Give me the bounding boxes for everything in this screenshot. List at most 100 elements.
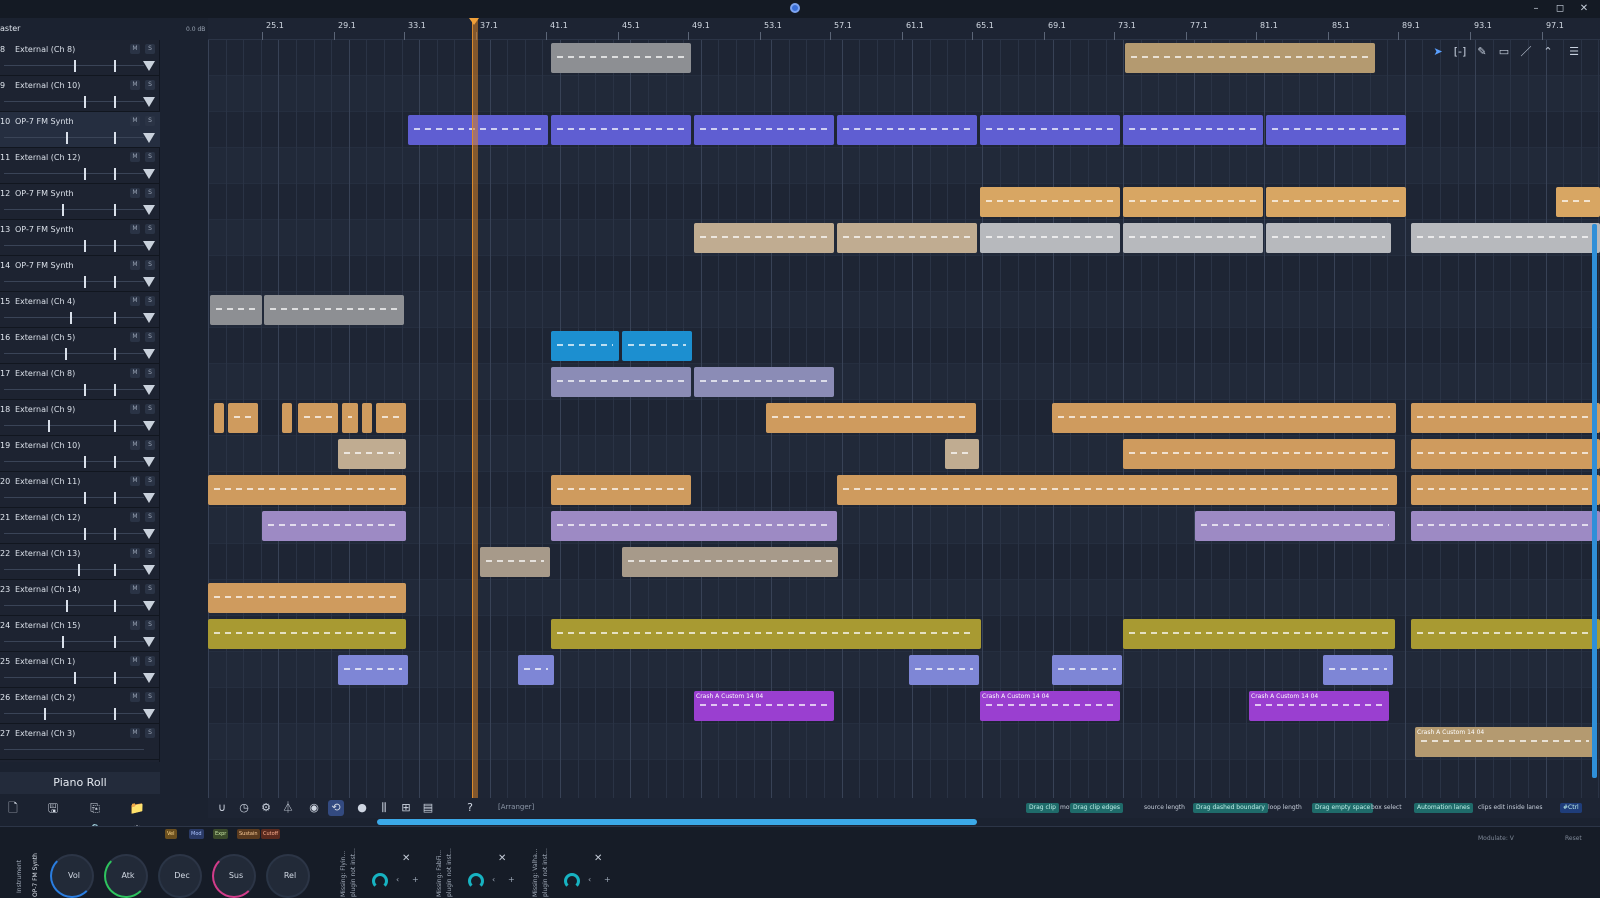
clip[interactable] <box>208 475 406 505</box>
expand-arrow-icon[interactable] <box>143 349 155 359</box>
new-file-icon[interactable]: 🗋 <box>2 798 24 818</box>
clip[interactable] <box>1411 223 1600 253</box>
clip[interactable] <box>1123 619 1395 649</box>
volume-fader-handle[interactable] <box>66 600 68 612</box>
clip[interactable] <box>1123 187 1263 217</box>
solo-button[interactable]: S <box>145 728 155 738</box>
add-track-icon[interactable]: ⊞ <box>398 800 414 816</box>
clip[interactable]: Crash A Custom 14 04 <box>694 691 834 721</box>
synth-knob[interactable]: Rel <box>266 854 310 898</box>
draw-tool-icon[interactable]: ／ <box>1518 44 1534 60</box>
mute-button[interactable]: M <box>130 476 140 486</box>
mute-button[interactable]: M <box>130 440 140 450</box>
volume-fader-handle[interactable] <box>74 672 76 684</box>
track-header[interactable]: 8 External (Ch 8) M S <box>0 40 160 76</box>
clip[interactable] <box>837 223 977 253</box>
clip[interactable] <box>282 403 292 433</box>
pan-marker[interactable] <box>114 708 116 720</box>
solo-button[interactable]: S <box>145 584 155 594</box>
expand-arrow-icon[interactable] <box>143 205 155 215</box>
reset-button[interactable]: Reset <box>1565 835 1582 842</box>
pencil-tool-icon[interactable]: ✎ <box>1474 44 1490 60</box>
clip[interactable] <box>1052 655 1122 685</box>
metronome-icon[interactable]: ⏃ <box>280 800 296 816</box>
track-header[interactable]: 17 External (Ch 8) M S <box>0 364 160 400</box>
mute-button[interactable]: M <box>130 224 140 234</box>
track-header[interactable]: 13 OP-7 FM Synth M S <box>0 220 160 256</box>
mute-button[interactable]: M <box>130 404 140 414</box>
pan-marker[interactable] <box>114 564 116 576</box>
synth-knob[interactable]: Atk <box>104 854 148 898</box>
clip[interactable] <box>980 223 1120 253</box>
clip[interactable] <box>518 655 554 685</box>
expand-arrow-icon[interactable] <box>143 169 155 179</box>
clip[interactable] <box>1123 115 1263 145</box>
clip[interactable] <box>1266 223 1391 253</box>
track-header[interactable]: 14 OP-7 FM Synth M S <box>0 256 160 292</box>
volume-fader-handle[interactable] <box>62 636 64 648</box>
volume-fader-handle[interactable] <box>84 276 86 288</box>
track-header[interactable]: 18 External (Ch 9) M S <box>0 400 160 436</box>
mod-tag[interactable]: Vel <box>165 829 177 839</box>
record-icon[interactable]: ● <box>354 800 370 816</box>
track-header[interactable]: 19 External (Ch 10) M S <box>0 436 160 472</box>
clip[interactable] <box>551 475 691 505</box>
magnet-snap-icon[interactable]: ∪ <box>214 800 230 816</box>
solo-button[interactable]: S <box>145 152 155 162</box>
pan-marker[interactable] <box>114 276 116 288</box>
clip[interactable] <box>622 547 838 577</box>
track-header[interactable]: 9 External (Ch 10) M S <box>0 76 160 112</box>
clip[interactable] <box>480 547 550 577</box>
solo-button[interactable]: S <box>145 224 155 234</box>
mod-tag[interactable]: Sustain <box>237 829 260 839</box>
playhead[interactable] <box>472 18 478 800</box>
clip[interactable] <box>208 583 406 613</box>
clip[interactable] <box>1411 403 1600 433</box>
clip[interactable] <box>1556 187 1600 217</box>
clip[interactable] <box>214 403 224 433</box>
volume-fader-handle[interactable] <box>84 492 86 504</box>
expand-arrow-icon[interactable] <box>143 637 155 647</box>
mute-button[interactable]: M <box>130 656 140 666</box>
pan-marker[interactable] <box>114 420 116 432</box>
chevron-left-icon[interactable]: ‹ <box>588 875 591 884</box>
mute-button[interactable]: M <box>130 584 140 594</box>
pan-marker[interactable] <box>114 636 116 648</box>
track-header[interactable]: 20 External (Ch 11) M S <box>0 472 160 508</box>
clip[interactable] <box>551 115 691 145</box>
mute-button[interactable]: M <box>130 512 140 522</box>
clip[interactable] <box>1125 43 1375 73</box>
expand-arrow-icon[interactable] <box>143 673 155 683</box>
expand-arrow-icon[interactable] <box>143 133 155 143</box>
export-icon[interactable]: ▤ <box>420 800 436 816</box>
synth-knob[interactable]: Vol <box>50 854 94 898</box>
clip[interactable] <box>338 655 408 685</box>
clip[interactable]: Crash A Custom 14 04 <box>1249 691 1389 721</box>
volume-fader-handle[interactable] <box>84 528 86 540</box>
plugin-close-icon[interactable]: ✕ <box>594 853 602 864</box>
mute-button[interactable]: M <box>130 368 140 378</box>
volume-fader-handle[interactable] <box>84 96 86 108</box>
solo-button[interactable]: S <box>145 656 155 666</box>
volume-fader-handle[interactable] <box>84 168 86 180</box>
solo-button[interactable]: S <box>145 620 155 630</box>
horizontal-scrollbar[interactable] <box>377 819 977 825</box>
clip[interactable] <box>551 511 837 541</box>
mod-tag[interactable]: Cutoff <box>261 829 281 839</box>
expand-arrow-icon[interactable] <box>143 709 155 719</box>
clip[interactable] <box>208 619 406 649</box>
synth-knob[interactable]: Dec <box>158 854 202 898</box>
pan-marker[interactable] <box>114 528 116 540</box>
track-header[interactable]: 22 External (Ch 13) M S <box>0 544 160 580</box>
mute-button[interactable]: M <box>130 116 140 126</box>
range-tool-icon[interactable]: [-] <box>1452 44 1468 60</box>
solo-button[interactable]: S <box>145 692 155 702</box>
plus-icon[interactable]: + <box>412 875 419 884</box>
clip[interactable] <box>338 439 406 469</box>
solo-button[interactable]: S <box>145 296 155 306</box>
pan-marker[interactable] <box>114 240 116 252</box>
clip[interactable] <box>210 295 262 325</box>
track-header[interactable]: 15 External (Ch 4) M S <box>0 292 160 328</box>
expand-arrow-icon[interactable] <box>143 241 155 251</box>
clip[interactable] <box>1411 475 1600 505</box>
